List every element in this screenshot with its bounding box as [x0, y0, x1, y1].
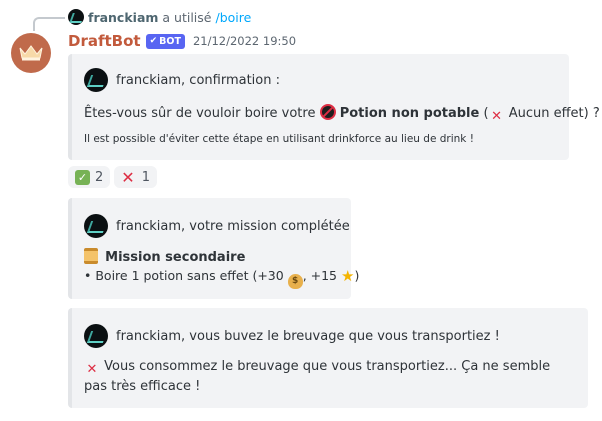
bot-tag: ✔ BOT — [145, 33, 185, 49]
message-header: DraftBot ✔ BOT 21/12/2022 19:50 — [68, 30, 296, 52]
money-bag-icon: $ — [287, 274, 303, 289]
reactions-bar: ✓ 2 ✕ 1 — [68, 166, 157, 188]
mission-detail: • Boire 1 potion sans effet (+30 $, +15 … — [84, 267, 359, 289]
reply-spine — [33, 17, 65, 31]
embed-author-avatar — [84, 214, 108, 238]
reply-command[interactable]: /boire — [216, 10, 252, 25]
reply-username[interactable]: franckiam — [88, 10, 158, 25]
embed-author: franckiam, confirmation : — [84, 68, 557, 92]
no-drinking-icon — [319, 104, 336, 120]
mission-title-row: Mission secondaire — [84, 248, 339, 267]
crown-icon — [19, 45, 43, 61]
cross-mark-icon: ✕ — [491, 109, 503, 124]
bot-avatar[interactable] — [11, 33, 51, 73]
embed-drink-result: franckiam, vous buvez le breuvage que vo… — [68, 308, 588, 408]
drink-result-text: Vous consommez le breuvage que vous tran… — [84, 359, 551, 394]
potion-paren-open: ( — [483, 106, 489, 121]
embed-confirmation: franckiam, confirmation : Êtes-vous sûr … — [68, 54, 600, 160]
embed-author-name: franckiam, vous buvez le breuvage que vo… — [116, 328, 500, 344]
reply-reference[interactable]: franckiam a utilisé /boire — [68, 8, 251, 26]
check-mark-button-icon: ✓ — [75, 169, 90, 185]
message-author[interactable]: DraftBot — [68, 32, 141, 50]
scroll-icon — [84, 248, 98, 264]
star-icon: ★ — [341, 267, 355, 285]
mission-detail-suffix: ) — [354, 268, 360, 283]
potion-effect: Aucun effet) — [508, 106, 589, 121]
mission-detail-prefix: • Boire 1 potion sans effet (+30 — [84, 268, 284, 283]
reply-action-text: a utilisé — [162, 9, 212, 25]
embed-author: franckiam, vous buvez le breuvage que vo… — [84, 324, 576, 348]
verified-check-icon: ✔ — [149, 36, 158, 46]
reaction-count: 2 — [95, 169, 104, 185]
confirmation-question-prefix: Êtes-vous sûr de vouloir boire votre — [84, 106, 316, 121]
embed-hint: Il est possible d'éviter cette étape en … — [84, 133, 474, 145]
embed-author-avatar — [84, 324, 108, 348]
cross-mark-icon: ✕ — [121, 167, 135, 187]
embed-author-name: franckiam, votre mission complétée — [116, 218, 350, 234]
embed-description: Êtes-vous sûr de vouloir boire votre Pot… — [84, 104, 600, 125]
bot-tag-label: BOT — [159, 35, 181, 47]
cross-mark-icon: ✕ — [86, 362, 98, 377]
reaction-count: 1 — [141, 169, 150, 185]
reaction-check[interactable]: ✓ 2 — [68, 166, 111, 188]
mission-title: Mission secondaire — [105, 250, 246, 265]
embed-description: ✕ Vous consommez le breuvage que vous tr… — [84, 358, 554, 396]
mission-detail-mid: , +15 — [302, 268, 338, 283]
message-timestamp[interactable]: 21/12/2022 19:50 — [193, 34, 296, 48]
potion-name: Potion non potable — [339, 106, 480, 121]
reaction-cross[interactable]: ✕ 1 — [114, 166, 157, 188]
reply-avatar[interactable] — [68, 9, 84, 25]
confirmation-question-suffix: ? — [592, 106, 600, 121]
embed-author: franckiam, votre mission complétée — [84, 214, 350, 238]
embed-mission: franckiam, votre mission complétée Missi… — [68, 198, 359, 299]
embed-author-avatar — [84, 68, 108, 92]
embed-author-name: franckiam, confirmation : — [116, 72, 280, 88]
